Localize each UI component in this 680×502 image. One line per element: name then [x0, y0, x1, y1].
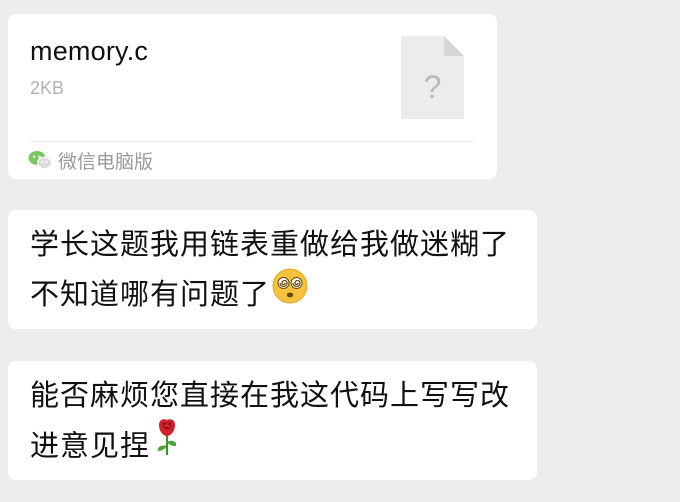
message-bubble[interactable]: 能否麻烦您直接在我这代码上写写改进意见捏	[8, 361, 537, 480]
source-label: 微信电脑版	[58, 150, 154, 173]
file-icon-glyph: ?	[424, 69, 442, 105]
message-text: 学长这题我用链表重做给我做迷糊了不知道哪有问题了	[30, 227, 511, 311]
file-size: 2KB	[30, 78, 65, 98]
dizzy-face-emoji-icon	[272, 268, 308, 319]
file-message-card[interactable]: memory.c 2KB ? 微信电脑版	[8, 14, 497, 179]
message-text-container: 学长这题我用链表重做给我做迷糊了不知道哪有问题了	[30, 219, 515, 322]
source-row: 微信电脑版	[28, 147, 153, 173]
file-name: memory.c	[30, 36, 149, 66]
message-text-container: 能否麻烦您直接在我这代码上写写改进意见捏	[30, 370, 515, 475]
file-unknown-icon: ?	[401, 36, 464, 119]
message-bubble[interactable]: 学长这题我用链表重做给我做迷糊了不知道哪有问题了	[8, 210, 537, 329]
wechat-icon	[28, 151, 52, 170]
card-divider	[30, 141, 475, 142]
rose-emoji-icon	[152, 417, 182, 472]
message-text: 能否麻烦您直接在我这代码上写写改进意见捏	[30, 378, 511, 463]
